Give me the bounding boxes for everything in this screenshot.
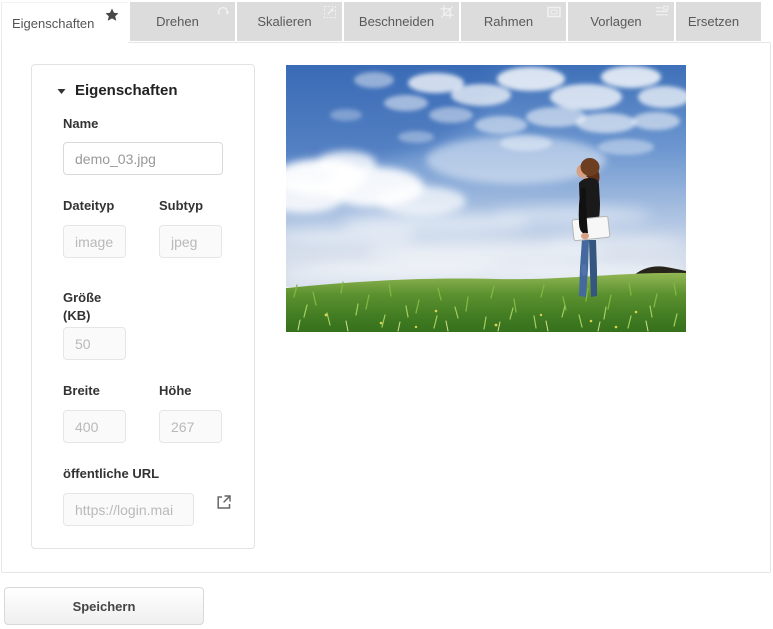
crop-icon — [440, 5, 454, 19]
tab-label: Skalieren — [257, 14, 311, 29]
subtype-input — [159, 225, 222, 258]
tab-beschneiden[interactable]: Beschneiden — [344, 2, 459, 41]
tab-label: Eigenschaften — [12, 16, 94, 31]
filetype-input — [63, 225, 126, 258]
collapse-arrow-icon — [57, 82, 66, 99]
save-button[interactable]: Speichern — [4, 587, 204, 625]
tab-label: Rahmen — [484, 14, 533, 29]
tab-label: Vorlagen — [590, 14, 641, 29]
tab-eigenschaften[interactable]: Eigenschaften — [1, 2, 128, 43]
templates-icon — [655, 5, 669, 19]
tab-skalieren[interactable]: Skalieren — [237, 2, 342, 41]
size-unit-label: (KB) — [63, 308, 90, 323]
tab-label: Ersetzen — [688, 14, 739, 29]
name-input[interactable] — [63, 142, 223, 175]
tab-label: Beschneiden — [359, 14, 434, 29]
scale-icon — [323, 5, 337, 19]
public-url-input — [63, 493, 194, 526]
external-link-icon[interactable] — [214, 493, 234, 513]
public-url-label: öffentliche URL — [63, 466, 159, 481]
properties-panel: Eigenschaften Name Dateityp Subtyp Größe… — [31, 64, 255, 549]
editor-content-area: Eigenschaften Name Dateityp Subtyp Größe… — [1, 42, 771, 573]
tab-ersetzen[interactable]: Ersetzen — [676, 2, 761, 41]
tab-bar: Eigenschaften Drehen Skalieren Beschneid… — [1, 2, 761, 43]
panel-title-text: Eigenschaften — [75, 82, 178, 99]
size-input — [63, 327, 126, 360]
image-editor-window: Eigenschaften Drehen Skalieren Beschneid… — [0, 0, 773, 629]
name-label: Name — [63, 116, 98, 131]
subtype-label: Subtyp — [159, 198, 203, 213]
height-label: Höhe — [159, 383, 192, 398]
width-input — [63, 410, 126, 443]
width-label: Breite — [63, 383, 100, 398]
star-icon — [105, 8, 119, 22]
size-label: Größe — [63, 290, 101, 305]
height-input — [159, 410, 222, 443]
rotate-icon — [216, 5, 230, 19]
tab-rahmen[interactable]: Rahmen — [461, 2, 566, 41]
tab-label: Drehen — [156, 14, 199, 29]
tab-drehen[interactable]: Drehen — [130, 2, 235, 41]
tab-vorlagen[interactable]: Vorlagen — [568, 2, 674, 41]
photo-preview — [286, 65, 686, 332]
filetype-label: Dateityp — [63, 198, 114, 213]
properties-section-header[interactable]: Eigenschaften — [57, 82, 178, 99]
frame-icon — [547, 5, 561, 19]
